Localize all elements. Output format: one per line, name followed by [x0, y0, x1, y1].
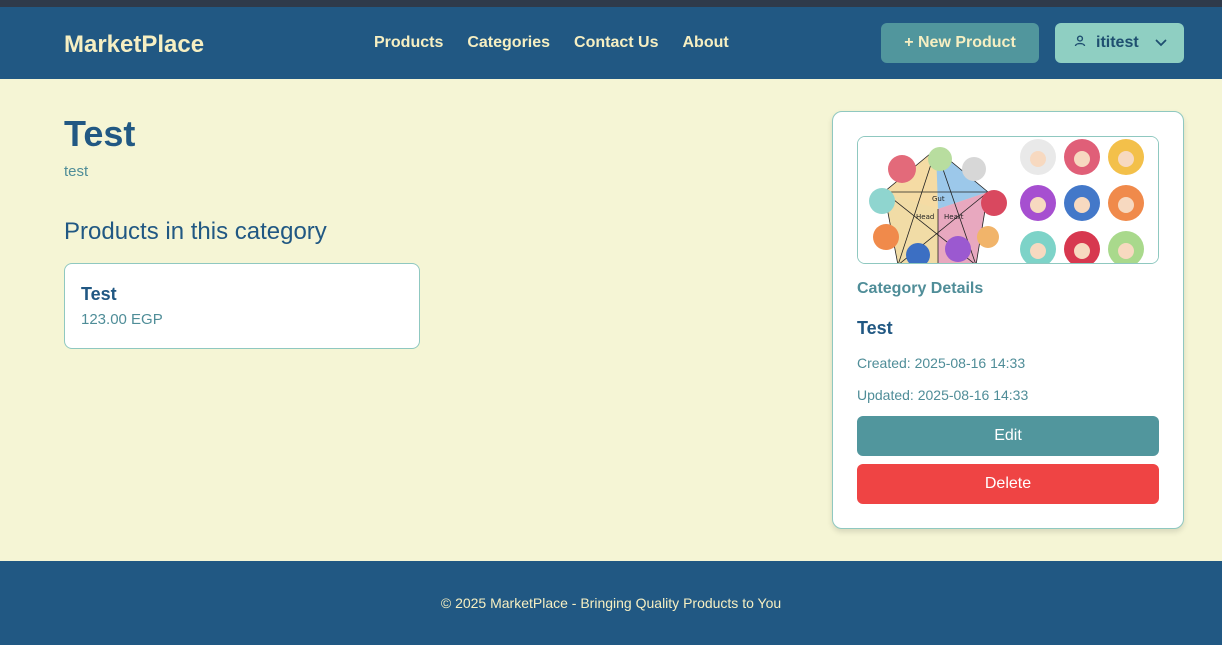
category-details-card: Gut Head Heart Category Details Test Cre… — [832, 111, 1184, 529]
product-name: Test — [81, 284, 117, 304]
chevron-down-icon — [1155, 34, 1167, 52]
top-strip — [0, 0, 1222, 7]
footer: © 2025 MarketPlace - Bringing Quality Pr… — [0, 561, 1222, 645]
svg-text:Gut: Gut — [932, 195, 945, 203]
category-details-label: Category Details — [857, 280, 984, 297]
user-menu-button[interactable]: ititest — [1055, 23, 1184, 63]
navbar: MarketPlace Products Categories Contact … — [0, 7, 1222, 79]
updated-date: Updated: 2025-08-16 14:33 — [857, 387, 1029, 403]
svg-text:Heart: Heart — [944, 213, 964, 221]
nav-link-categories[interactable]: Categories — [467, 34, 550, 52]
nav-link-about[interactable]: About — [683, 34, 729, 52]
nav-link-contact[interactable]: Contact Us — [574, 34, 658, 52]
category-image: Gut Head Heart — [857, 136, 1159, 264]
product-price: 123.00 EGP — [81, 311, 163, 328]
page-title: Test — [64, 113, 136, 154]
user-icon — [1074, 34, 1086, 52]
category-description: test — [64, 163, 89, 180]
edit-button[interactable]: Edit — [857, 416, 1159, 456]
main-nav: Products Categories Contact Us About — [374, 34, 729, 52]
user-name: ititest — [1096, 34, 1139, 51]
product-card[interactable]: Test 123.00 EGP — [64, 263, 420, 349]
footer-text: © 2025 MarketPlace - Bringing Quality Pr… — [440, 595, 782, 611]
nav-link-products[interactable]: Products — [374, 34, 443, 52]
created-date: Created: 2025-08-16 14:33 — [857, 355, 1026, 371]
new-product-button[interactable]: + New Product — [881, 23, 1039, 63]
brand-logo[interactable]: MarketPlace — [64, 31, 204, 59]
svg-text:Head: Head — [916, 213, 934, 221]
products-section-heading: Products in this category — [64, 218, 327, 245]
delete-button[interactable]: Delete — [857, 464, 1159, 504]
category-name: Test — [857, 318, 893, 338]
